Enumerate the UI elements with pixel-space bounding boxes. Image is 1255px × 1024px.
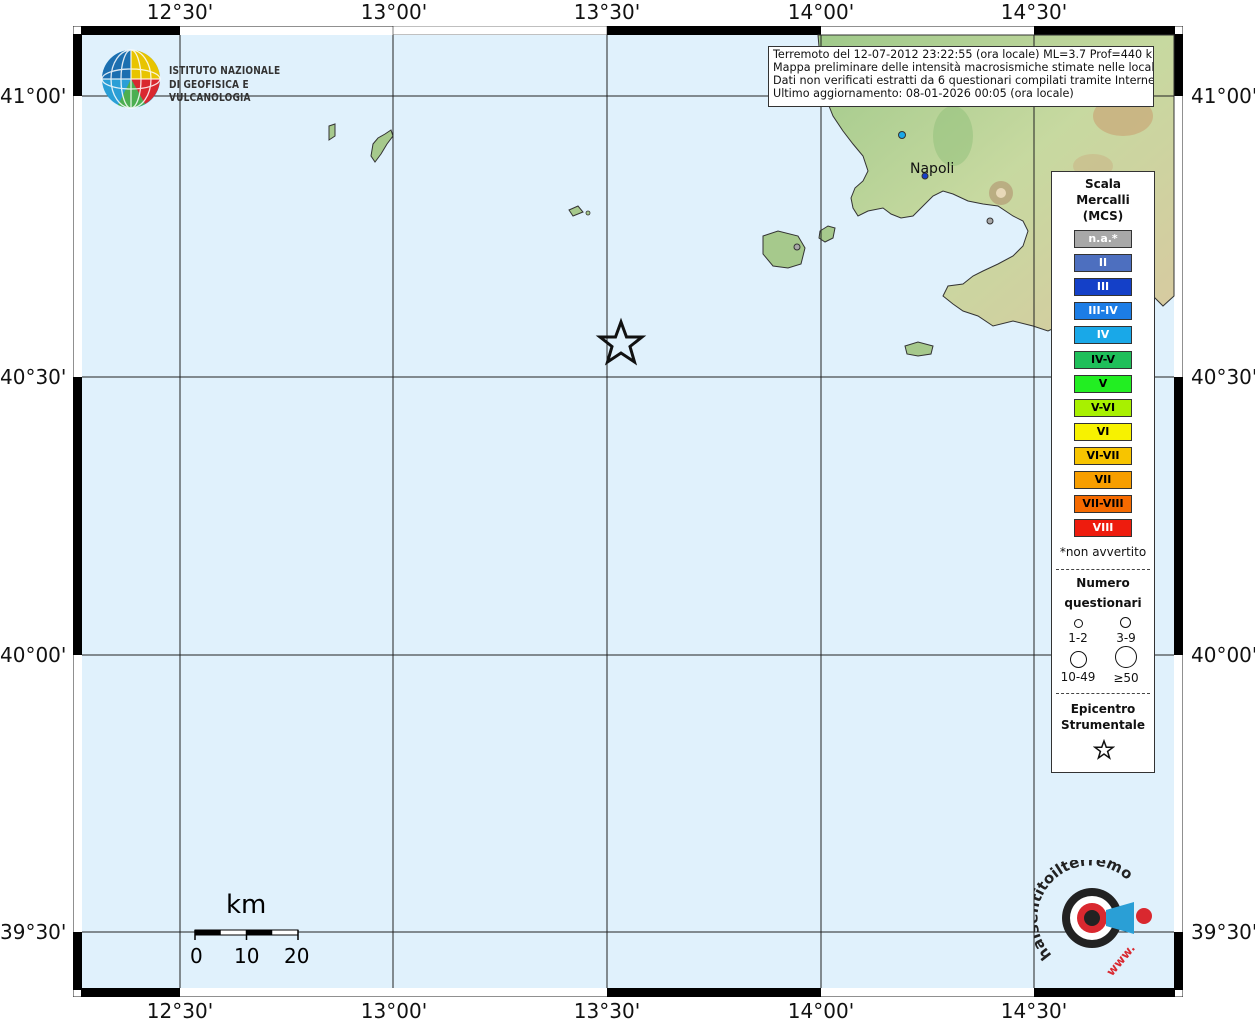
earthquake-info-box: Terremoto del 12-07-2012 23:22:55 (ora l… bbox=[768, 46, 1154, 107]
santo-stefano-island bbox=[585, 210, 591, 216]
legend-swatch: VII-VIII bbox=[1074, 495, 1132, 514]
info-line: Ultimo aggiornamento: 08-01-2026 00:05 (… bbox=[773, 87, 1074, 100]
watermark-prefix: www. bbox=[1103, 941, 1138, 978]
lat-label-right: 40°30' bbox=[1191, 365, 1255, 389]
lat-label-right: 41°00' bbox=[1191, 84, 1255, 108]
legend-title: Scala Mercalli (MCS) bbox=[1076, 177, 1130, 223]
lon-label-bottom: 12°30' bbox=[146, 999, 214, 1023]
lat-label-left: 40°30' bbox=[0, 365, 67, 389]
scale-bar-graphic bbox=[194, 929, 299, 940]
questionnaire-circle-medium bbox=[1120, 617, 1131, 628]
legend-swatch: VII bbox=[1074, 471, 1132, 489]
intensity-point[interactable] bbox=[898, 131, 906, 139]
legend-swatch: n.a.* bbox=[1074, 230, 1132, 248]
scale-bar: km 0 10 20 bbox=[190, 890, 320, 970]
questionnaire-label: 10-49 bbox=[1060, 670, 1096, 684]
legend-separator bbox=[1056, 693, 1150, 694]
legend-swatch: VI-VII bbox=[1074, 446, 1132, 465]
lat-label-right: 39°30' bbox=[1191, 920, 1255, 944]
lon-label-top: 13°30' bbox=[573, 0, 641, 24]
lon-label-bottom: 14°30' bbox=[1000, 999, 1068, 1023]
legend-swatch: II bbox=[1074, 254, 1132, 273]
lon-label-top: 14°00' bbox=[787, 0, 855, 24]
info-line: Mappa preliminare delle intensità macros… bbox=[773, 61, 1154, 74]
lon-label-bottom: 13°30' bbox=[573, 999, 641, 1023]
not-felt-note: *non avvertito bbox=[1059, 545, 1147, 559]
intensity-point[interactable] bbox=[793, 243, 801, 251]
lon-label-top: 12°30' bbox=[146, 0, 214, 24]
legend-swatch: III bbox=[1074, 278, 1132, 297]
ingv-logo: ISTITUTO NAZIONALE DI GEOFISICA E VULCAN… bbox=[100, 48, 330, 110]
lon-label-bottom: 13°00' bbox=[360, 999, 428, 1023]
lat-label-left: 40°00' bbox=[0, 643, 67, 667]
legend-swatch: VI bbox=[1074, 422, 1132, 441]
questionnaire-circle-small bbox=[1074, 619, 1083, 628]
lon-label-top: 13°00' bbox=[360, 0, 428, 24]
logo-text-line2: DI GEOFISICA E VULCANOLOGIA bbox=[169, 78, 251, 104]
questionnaire-circle-large bbox=[1070, 651, 1087, 668]
questionnaires-title: Numero questionari bbox=[1064, 576, 1142, 610]
epicenter-star-icon bbox=[1093, 739, 1115, 760]
scale-bar-unit: km bbox=[226, 890, 267, 920]
info-line: Terremoto del 12-07-2012 23:22:55 (ora l… bbox=[773, 48, 1154, 61]
haisentito-logo[interactable]: haisentitoilterremoto.it www. bbox=[1023, 846, 1154, 980]
globe-icon bbox=[101, 49, 161, 109]
questionnaire-label: 1-2 bbox=[1068, 631, 1088, 645]
legend-swatch: IV bbox=[1074, 326, 1132, 345]
legend-swatch: V-VI bbox=[1074, 398, 1132, 417]
place-label-napoli: Napoli bbox=[910, 161, 955, 177]
lat-label-left: 39°30' bbox=[0, 920, 67, 944]
scale-bar-tick-label: 0 bbox=[190, 944, 203, 968]
legend-swatch: III-IV bbox=[1074, 302, 1132, 321]
lon-label-top: 14°30' bbox=[1000, 0, 1068, 24]
questionnaire-label: 3-9 bbox=[1116, 631, 1136, 645]
questionnaire-label: ≥50 bbox=[1113, 671, 1139, 685]
legend-swatch: VIII bbox=[1074, 519, 1132, 538]
logo-text-line1: ISTITUTO NAZIONALE bbox=[169, 64, 281, 77]
legend-swatch: V bbox=[1074, 374, 1132, 393]
scale-bar-tick-label: 20 bbox=[284, 944, 310, 968]
questionnaire-circle-xlarge bbox=[1115, 646, 1137, 668]
info-line: Dati non verificati estratti da 6 questi… bbox=[773, 74, 1154, 87]
scale-bar-tick-label: 10 bbox=[234, 944, 260, 968]
epicenter-title: Epicentro Strumentale bbox=[1060, 702, 1146, 732]
lat-label-right: 40°00' bbox=[1191, 643, 1255, 667]
legend-separator bbox=[1056, 569, 1150, 570]
intensity-point[interactable] bbox=[986, 217, 994, 225]
legend-swatch: IV-V bbox=[1074, 350, 1132, 369]
map-frame bbox=[73, 26, 1183, 997]
lon-label-bottom: 14°00' bbox=[787, 999, 855, 1023]
lat-label-left: 41°00' bbox=[0, 84, 67, 108]
mcs-legend: Scala Mercalli (MCS) n.a.* II III III-IV IV I… bbox=[1051, 171, 1155, 773]
